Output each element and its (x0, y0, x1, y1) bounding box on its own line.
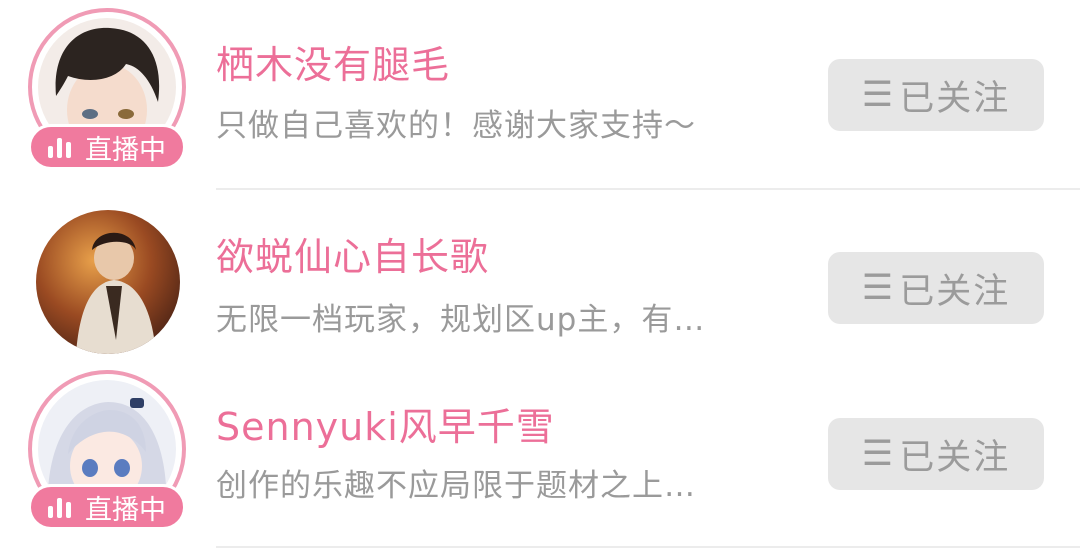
list-item[interactable]: 直播中 Sennyuki风早千雪 创作的乐趣不应局限于题材之上… ☰ 已关注 (0, 370, 1080, 549)
user-signature: 只做自己喜欢的！感谢大家支持～ (216, 108, 696, 144)
live-bars-icon (48, 136, 75, 158)
followed-button[interactable]: ☰ 已关注 (828, 418, 1044, 490)
user-name[interactable]: 栖木没有腿毛 (216, 34, 450, 89)
divider (216, 546, 1080, 548)
followed-button[interactable]: ☰ 已关注 (828, 252, 1044, 324)
live-bars-icon (48, 496, 75, 518)
live-badge[interactable]: 直播中 (28, 124, 186, 170)
user-signature: 无限一档玩家，规划区up主，有… (216, 302, 706, 338)
user-name[interactable]: 欲蜕仙心自长歌 (216, 226, 489, 281)
user-name[interactable]: Sennyuki风早千雪 (216, 396, 555, 451)
avatar[interactable]: 直播中 (28, 370, 186, 530)
followed-button[interactable]: ☰ 已关注 (828, 59, 1044, 131)
follow-label: 已关注 (899, 271, 1011, 312)
menu-lines-icon: ☰ (861, 75, 896, 115)
list-item[interactable]: 直播中 栖木没有腿毛 只做自己喜欢的！感谢大家支持～ ☰ 已关注 (0, 0, 1080, 190)
menu-lines-icon: ☰ (861, 268, 896, 308)
avatar[interactable] (28, 208, 186, 366)
user-signature: 创作的乐趣不应局限于题材之上… (216, 468, 696, 504)
follow-label: 已关注 (899, 78, 1011, 119)
follow-list: 直播中 栖木没有腿毛 只做自己喜欢的！感谢大家支持～ ☰ 已关注 欲蜕仙心自长歌… (0, 0, 1080, 549)
avatar[interactable]: 直播中 (28, 8, 186, 170)
live-badge[interactable]: 直播中 (28, 484, 186, 530)
live-label: 直播中 (85, 134, 166, 166)
list-item[interactable]: 欲蜕仙心自长歌 无限一档玩家，规划区up主，有… ☰ 已关注 (0, 190, 1080, 370)
follow-label: 已关注 (899, 437, 1011, 478)
avatar-image (36, 210, 180, 354)
live-label: 直播中 (85, 494, 166, 526)
menu-lines-icon: ☰ (861, 434, 896, 474)
